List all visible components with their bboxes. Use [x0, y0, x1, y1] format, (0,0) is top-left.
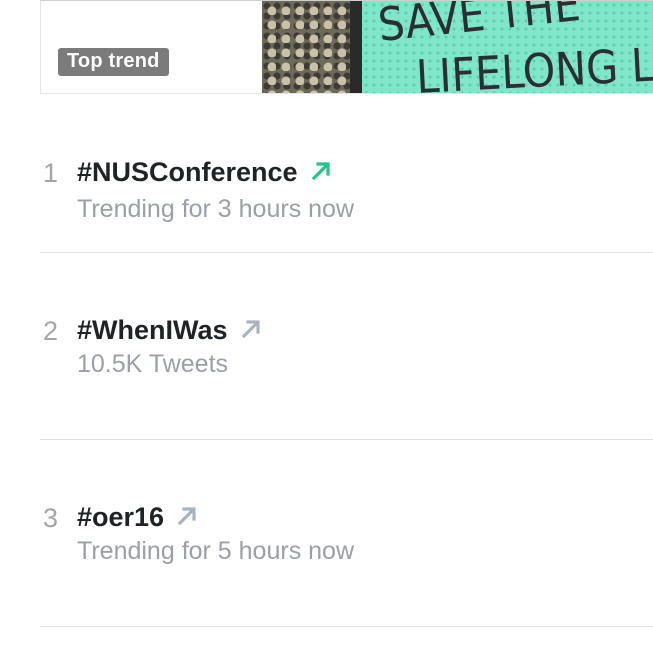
- trend-meta: 10.5K Tweets: [77, 350, 229, 378]
- top-trend-badge: Top trend: [58, 48, 169, 76]
- trend-rank: 3: [43, 503, 59, 533]
- trend-hashtag[interactable]: #oer16: [77, 502, 198, 534]
- trend-meta: Trending for 3 hours now: [77, 195, 355, 223]
- trend-item[interactable]: 3 #oer16 Trending for 5 hours now: [40, 440, 653, 627]
- trend-hashtag-text: #WhenIWas: [77, 315, 228, 345]
- trend-hashtag[interactable]: #NUSConference: [77, 157, 332, 189]
- arrow-up-right-icon: [310, 158, 332, 189]
- sign-text-line2: LIFELONG LE: [415, 36, 653, 94]
- trend-rank: 1: [43, 158, 59, 188]
- trend-rank: 2: [43, 316, 59, 346]
- trend-hashtag-text: #oer16: [77, 502, 165, 532]
- trend-item[interactable]: 1 #NUSConference Trending for 3 hours no…: [40, 95, 653, 253]
- trend-hashtag-text: #NUSConference: [77, 157, 298, 187]
- top-trend-banner-image: SAVE THE LIFELONG LE: [262, 1, 653, 94]
- banner-strap: [350, 1, 362, 93]
- trend-hashtag[interactable]: #WhenIWas: [77, 315, 262, 347]
- top-trend-card[interactable]: SAVE THE LIFELONG LE Top trend: [40, 0, 653, 94]
- trend-meta: Trending for 5 hours now: [77, 537, 355, 565]
- banner-sign: SAVE THE LIFELONG LE: [362, 1, 653, 94]
- arrow-up-right-icon: [240, 316, 262, 347]
- trend-item[interactable]: 2 #WhenIWas 10.5K Tweets: [40, 253, 653, 440]
- arrow-up-right-icon: [176, 503, 198, 534]
- banner-photo: [262, 1, 352, 93]
- sign-lettering: SAVE THE LIFELONG LE: [376, 1, 653, 94]
